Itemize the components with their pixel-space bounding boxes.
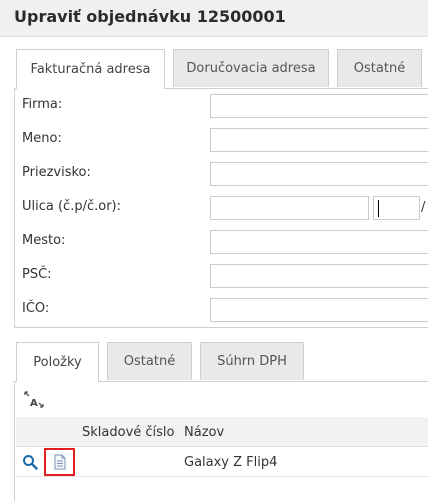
number-separator: / (421, 200, 426, 215)
document-icon (54, 454, 65, 470)
tab-suhrn-dph[interactable]: Súhrn DPH (200, 342, 304, 380)
tab-ostatne-polozky[interactable]: Ostatné (107, 342, 192, 380)
tab-label: Fakturačná adresa (30, 62, 151, 77)
tab-label: Položky (33, 355, 82, 370)
column-header-sku[interactable]: Skladové číslo (82, 425, 175, 440)
firma-input[interactable] (210, 94, 428, 118)
page-title: Upraviť objednávku 12500001 (14, 7, 286, 26)
cell-name: Galaxy Z Flip4 (184, 455, 278, 470)
tab-ostatne-adresa[interactable]: Ostatné (337, 49, 422, 87)
priezvisko-input[interactable] (210, 162, 428, 186)
title-bar: Upraviť objednávku 12500001 (0, 0, 428, 37)
meno-input[interactable] (210, 128, 428, 152)
document-button[interactable] (44, 448, 75, 476)
ico-label: IČO: (22, 301, 50, 316)
tab-fakturacna-adresa[interactable]: Fakturačná adresa (16, 49, 165, 89)
tab-label: Ostatné (353, 61, 406, 76)
column-header-name[interactable]: Názov (184, 425, 224, 440)
tab-label: Súhrn DPH (217, 354, 287, 369)
psc-input[interactable] (210, 264, 428, 288)
mesto-label: Mesto: (22, 233, 66, 248)
firma-label: Firma: (22, 97, 63, 112)
ico-input[interactable] (210, 298, 428, 322)
autofit-columns-icon[interactable]: A (23, 390, 45, 410)
text-cursor (378, 200, 379, 217)
items-grid-header: Skladové číslo Názov (16, 417, 428, 447)
ulica-label: Ulica (č.p/č.or): (22, 199, 121, 214)
mesto-input[interactable] (210, 230, 428, 254)
search-icon[interactable] (22, 454, 38, 470)
tab-label: Ostatné (123, 354, 176, 369)
psc-label: PSČ: (22, 267, 52, 282)
tab-dorucovacia-adresa[interactable]: Doručovacia adresa (173, 49, 329, 87)
street-input[interactable] (210, 196, 369, 220)
tab-polozky[interactable]: Položky (16, 342, 99, 382)
house-number-input[interactable] (373, 196, 420, 220)
priezvisko-label: Priezvisko: (22, 165, 91, 180)
table-row[interactable]: Galaxy Z Flip4 (16, 447, 428, 477)
tab-label: Doručovacia adresa (186, 61, 316, 76)
svg-text:A: A (30, 398, 38, 409)
meno-label: Meno: (22, 131, 62, 146)
